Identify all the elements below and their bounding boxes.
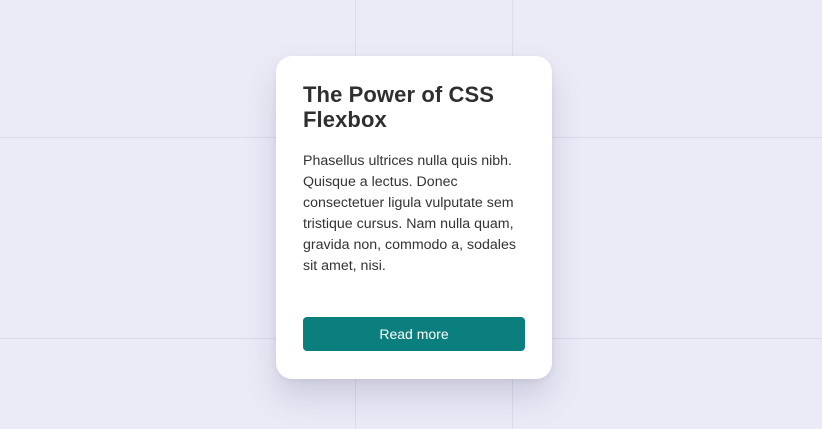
article-card: The Power of CSS Flexbox Phasellus ultri…: [276, 56, 552, 379]
card-spacer: [303, 277, 525, 317]
read-more-button[interactable]: Read more: [303, 317, 525, 351]
page-background: The Power of CSS Flexbox Phasellus ultri…: [0, 0, 822, 429]
card-body-text: Phasellus ultrices nulla quis nibh. Quis…: [303, 153, 516, 274]
card-title: The Power of CSS Flexbox: [303, 82, 495, 132]
